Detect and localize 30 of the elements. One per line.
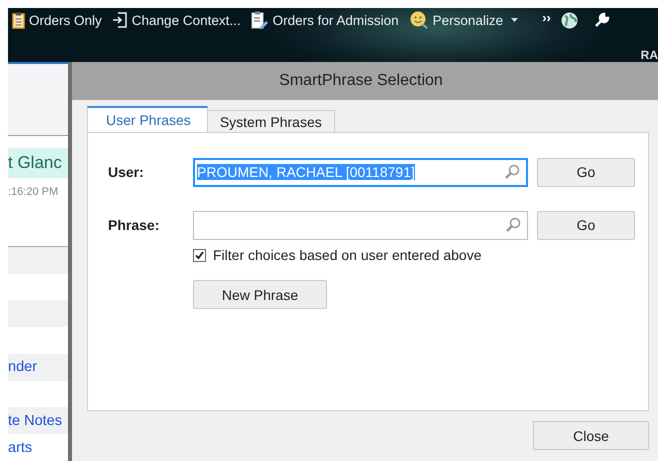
overflow-chevron[interactable]: ››	[542, 10, 551, 24]
go-button[interactable]: Go	[537, 158, 635, 186]
field-label: Phrase:	[108, 217, 160, 233]
smiley-icon	[408, 11, 429, 29]
panel-link[interactable]: arts	[8, 434, 68, 461]
toolbar-button[interactable]: Personalize	[408, 11, 518, 29]
checkbox[interactable]	[193, 248, 206, 262]
globe-icon[interactable]	[560, 12, 578, 28]
tab[interactable]: User Phrases	[87, 106, 208, 132]
checkbox-label: Filter choices based on user entered above	[213, 247, 482, 263]
panel-link[interactable]: nder	[8, 354, 68, 381]
new-phrase-button[interactable]: New Phrase	[193, 280, 327, 309]
tab[interactable]: System Phrases	[208, 110, 335, 132]
dialog-title: SmartPhrase Selection	[279, 72, 443, 90]
panel-link[interactable]: te Notes	[8, 407, 68, 434]
clipboard-pen-icon	[250, 11, 269, 29]
toolbar-button[interactable]: Orders for Admission	[250, 11, 399, 29]
toolbar-button[interactable]: Orders Only	[12, 12, 102, 28]
toolbar-button[interactable]: Change Context...	[112, 12, 241, 28]
close-button[interactable]: Close	[533, 421, 649, 450]
enter-icon	[112, 12, 128, 28]
user-initials: RA	[640, 48, 658, 62]
wrench-icon[interactable]	[594, 12, 610, 28]
section-heading: t Glanc	[8, 148, 68, 178]
go-button[interactable]: Go	[537, 210, 635, 240]
clipboard-icon	[12, 12, 25, 28]
search-icon	[505, 217, 521, 233]
search-field[interactable]	[193, 210, 528, 240]
search-icon	[504, 164, 520, 180]
field-label: User:	[108, 164, 145, 180]
